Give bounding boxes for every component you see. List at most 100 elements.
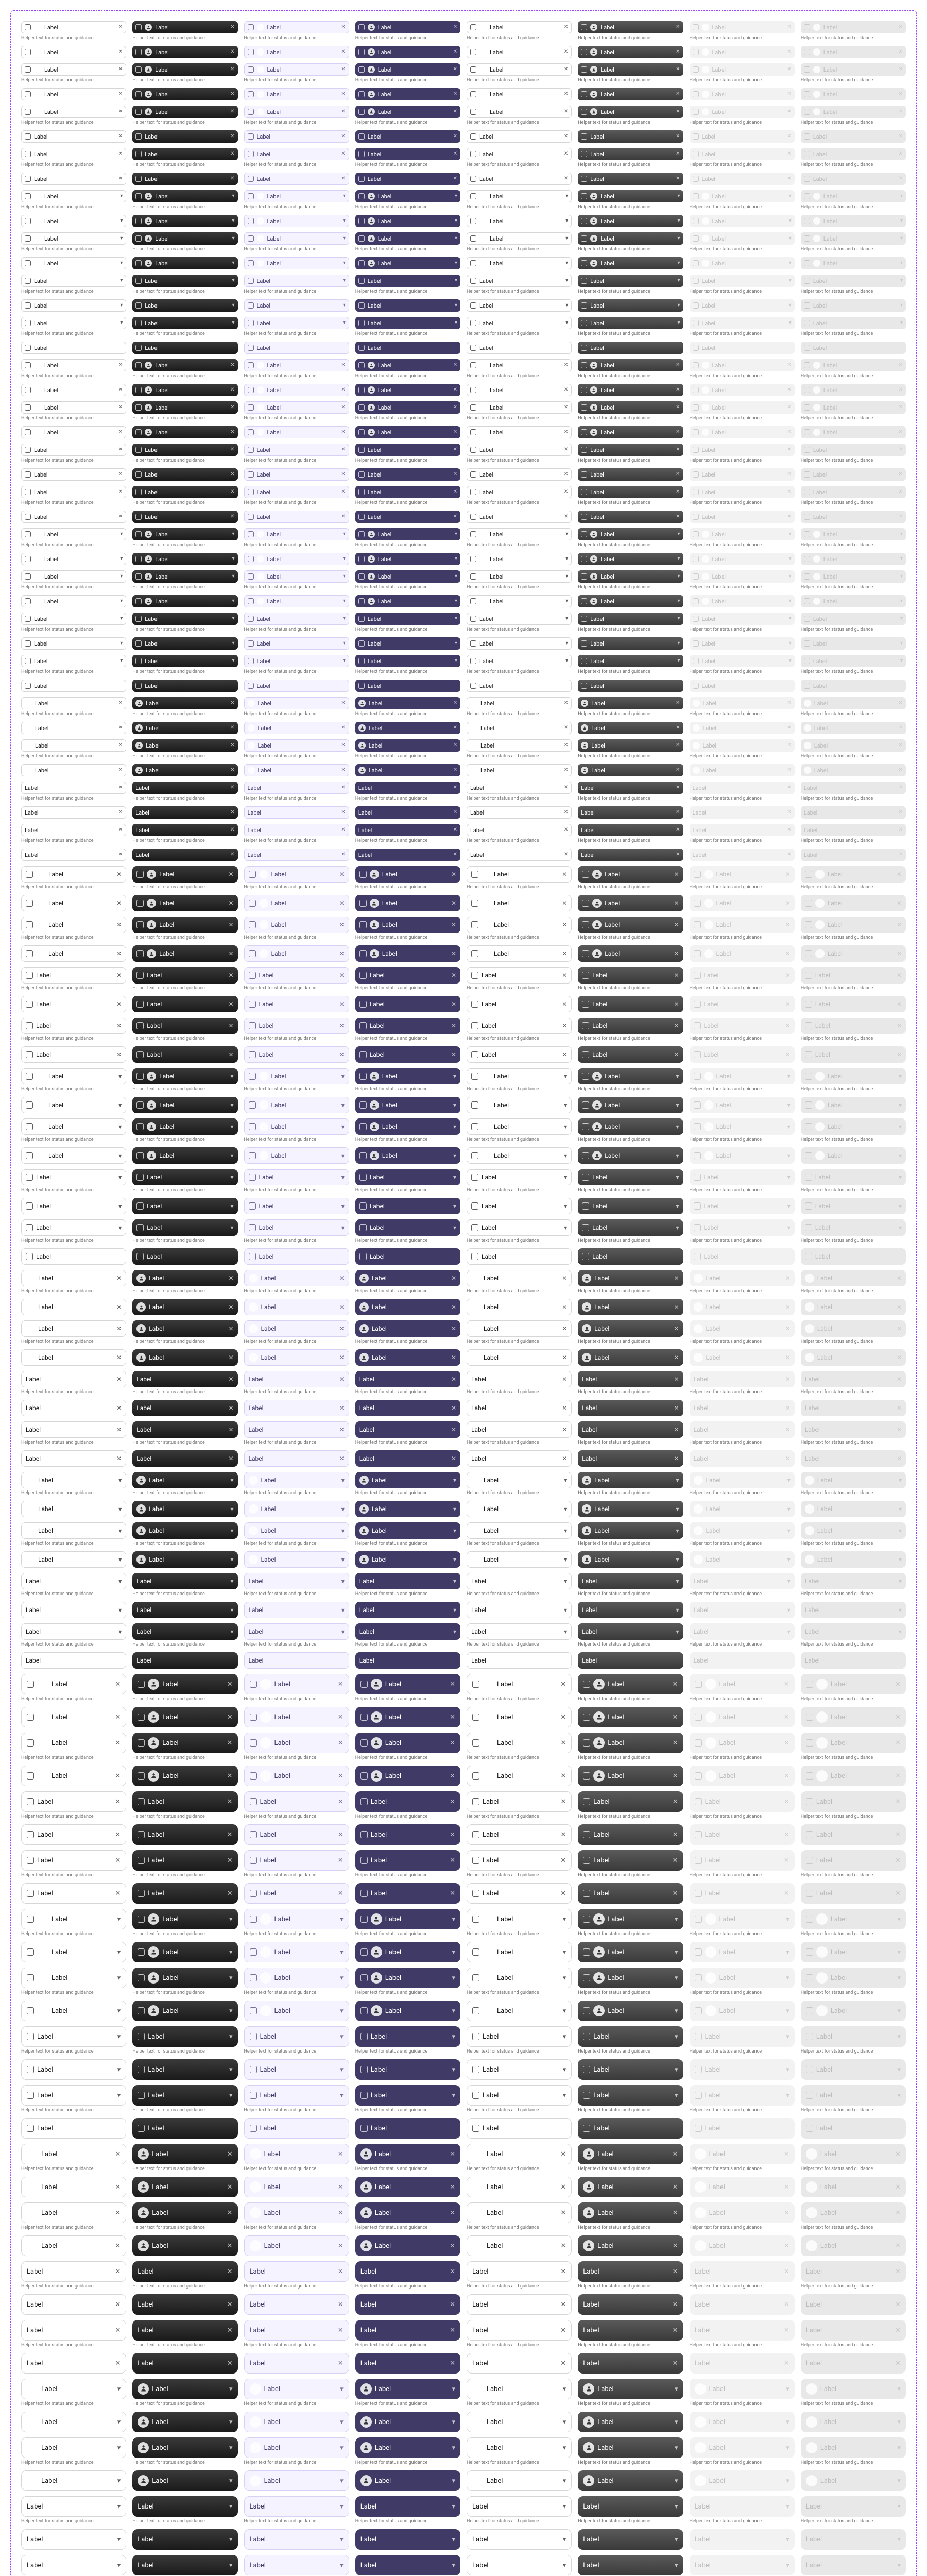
checkbox-icon[interactable] [582,900,589,907]
chevron-down-icon[interactable]: ▾ [118,1506,122,1512]
chip[interactable]: Label▾ [578,190,683,202]
chip[interactable]: Label✕ [467,106,572,118]
close-icon[interactable]: ✕ [118,134,123,139]
chip[interactable]: Label✕ [21,764,126,776]
close-icon[interactable]: ✕ [230,768,234,773]
chip[interactable]: Label✕ [244,722,349,734]
chip[interactable]: Label▾ [132,299,237,312]
checkbox-icon[interactable] [25,109,31,115]
checkbox-icon[interactable] [359,1224,367,1231]
chip[interactable]: Label✕ [467,1299,572,1315]
close-icon[interactable]: ✕ [230,743,234,748]
chip[interactable]: Label▾ [132,570,237,583]
chip[interactable]: Label▾ [21,1909,126,1929]
chip[interactable]: Label✕ [244,46,349,58]
checkbox-icon[interactable] [135,260,142,266]
chip[interactable]: Label▾ [21,1472,126,1488]
checkbox-icon[interactable] [581,151,587,157]
checkbox-icon[interactable] [136,1174,144,1181]
chip[interactable]: Label▾ [578,613,683,625]
checkbox-icon[interactable] [581,683,587,689]
close-icon[interactable]: ✕ [451,972,456,978]
checkbox-icon[interactable] [138,1916,145,1923]
chip[interactable]: Label✕ [244,359,349,371]
checkbox-icon[interactable] [25,302,31,309]
chevron-down-icon[interactable]: ▾ [343,194,346,199]
chevron-down-icon[interactable]: ▾ [341,1556,345,1563]
checkbox-icon[interactable] [135,640,142,647]
close-icon[interactable]: ✕ [453,405,457,410]
chip[interactable]: Label▾ [467,215,572,227]
checkbox-icon[interactable] [358,640,365,647]
checkbox-icon[interactable] [358,49,365,55]
close-icon[interactable]: ✕ [338,2151,344,2158]
chip[interactable]: Label✕ [467,173,572,185]
close-icon[interactable]: ✕ [673,2184,678,2191]
chip[interactable]: Label✕ [132,1450,237,1467]
chip[interactable]: Label✕ [244,2320,349,2341]
close-icon[interactable]: ✕ [115,1832,121,1838]
checkbox-icon[interactable] [358,616,365,622]
close-icon[interactable]: ✕ [118,472,123,477]
checkbox-icon[interactable] [27,1857,34,1864]
chip[interactable]: Label✕ [467,2294,572,2315]
checkbox-icon[interactable] [582,1073,589,1080]
checkbox-icon[interactable] [25,260,31,266]
close-icon[interactable]: ✕ [341,176,345,181]
close-icon[interactable]: ✕ [230,785,234,790]
chip[interactable]: Label▾ [244,613,349,625]
chip[interactable]: Label▾ [21,257,126,269]
chevron-down-icon[interactable]: ▾ [343,320,346,326]
close-icon[interactable]: ✕ [564,785,568,790]
chevron-down-icon[interactable]: ▾ [232,320,234,326]
chevron-down-icon[interactable]: ▾ [565,261,568,266]
close-icon[interactable]: ✕ [676,827,680,833]
chip[interactable]: Label▾ [244,1942,349,1962]
chevron-down-icon[interactable]: ▾ [676,1556,679,1563]
checkbox-icon[interactable] [25,345,31,351]
chevron-down-icon[interactable]: ▾ [564,1477,567,1483]
chip[interactable]: Label✕ [355,1674,460,1694]
chip[interactable]: Label✕ [21,46,126,58]
chip[interactable]: Label✕ [467,1883,572,1904]
chip[interactable]: Label▾ [467,2026,572,2047]
checkbox-icon[interactable] [358,514,365,520]
chevron-down-icon[interactable]: ▾ [564,1203,567,1209]
close-icon[interactable]: ✕ [673,1773,678,1780]
chip[interactable]: Label▾ [21,2529,126,2550]
checkbox-icon[interactable] [470,447,476,453]
close-icon[interactable]: ✕ [228,1354,233,1361]
chip[interactable]: Label▾ [21,1623,126,1640]
chip[interactable]: Label✕ [132,1299,237,1315]
checkbox-icon[interactable] [360,1948,368,1956]
chip[interactable]: Label▾ [355,570,460,583]
checkbox-icon[interactable] [581,278,587,284]
chevron-down-icon[interactable]: ▾ [230,1506,233,1512]
checkbox-icon[interactable] [583,2033,590,2040]
chip[interactable]: Label✕ [132,486,237,498]
chip[interactable]: Label▾ [132,1169,237,1185]
chip[interactable]: Label▾ [467,257,572,269]
chip[interactable]: Label▾ [244,595,349,607]
chip[interactable]: Label✕ [467,1046,572,1063]
chip[interactable]: Label▾ [244,1472,349,1488]
chevron-down-icon[interactable]: ▾ [118,1073,122,1079]
chip[interactable]: Label▾ [21,1219,126,1236]
chevron-down-icon[interactable]: ▾ [117,2033,121,2040]
close-icon[interactable]: ✕ [341,701,345,706]
chip[interactable]: Label▾ [467,1942,572,1962]
chip[interactable]: Label✕ [244,486,349,498]
chip[interactable]: Label▾ [21,1147,126,1164]
chip[interactable]: Label✕ [21,2261,126,2282]
chip[interactable]: Label✕ [578,106,683,118]
checkbox-icon[interactable] [360,1831,368,1838]
chip[interactable]: Label▾ [355,2555,460,2575]
chip[interactable]: Label▾ [132,1623,237,1640]
chip[interactable]: Label✕ [355,88,460,100]
checkbox-icon[interactable] [360,2066,368,2073]
chevron-down-icon[interactable]: ▾ [230,1556,233,1563]
chip[interactable]: Label [467,1248,572,1265]
chevron-down-icon[interactable]: ▾ [453,1124,456,1130]
chevron-down-icon[interactable]: ▾ [677,616,680,621]
chip[interactable]: Label✕ [244,1046,349,1063]
